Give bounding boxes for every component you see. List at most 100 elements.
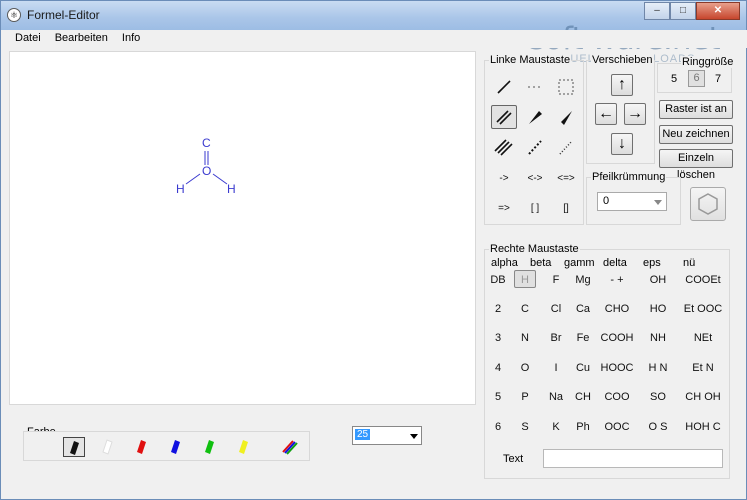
reverse-wedge-icon <box>561 111 572 125</box>
arrow-curve-select[interactable]: 0 <box>597 192 667 211</box>
pen-green[interactable] <box>199 437 221 457</box>
header-delta[interactable]: delta <box>603 257 627 269</box>
pen-black[interactable] <box>63 437 85 457</box>
selection-rectangle-icon <box>558 79 574 95</box>
left-mouse-label: Linke Maustaste <box>489 54 572 66</box>
window-title: Formel-Editor <box>27 8 100 22</box>
tool-triple-bond[interactable] <box>491 135 517 159</box>
pen-white[interactable] <box>97 437 119 457</box>
cell-hohc[interactable]: HOH C <box>681 418 725 436</box>
atom-o: O <box>202 164 211 178</box>
tool-select-rect[interactable] <box>553 75 579 99</box>
menu-bar: Datei Bearbeiten Info <box>2 30 747 48</box>
header-beta[interactable]: beta <box>530 257 551 269</box>
tool-bracket-open[interactable]: [ ] <box>522 197 548 221</box>
cell-cu[interactable]: Cu <box>565 359 601 377</box>
chevron-down-icon <box>654 200 662 205</box>
wedge-bond-icon <box>529 111 542 124</box>
cell-ooc[interactable]: OOC <box>599 418 635 436</box>
cell-mg[interactable]: Mg <box>565 271 601 289</box>
zoom-select[interactable]: 25 <box>352 426 422 445</box>
tool-dotted-line[interactable] <box>522 75 548 99</box>
bond-o-h-left <box>185 173 201 185</box>
pen-icon <box>70 441 79 455</box>
pen-blue[interactable] <box>165 437 187 457</box>
ring-option-6[interactable]: 6 <box>688 70 705 87</box>
move-up-button[interactable]: ↑ <box>611 74 633 96</box>
cell-choh[interactable]: CH OH <box>681 388 725 406</box>
cell-os[interactable]: O S <box>640 418 676 436</box>
move-left-button[interactable]: ← <box>595 103 617 125</box>
ring-insert-button[interactable] <box>690 187 726 221</box>
cell-etooc[interactable]: Et OOC <box>681 300 725 318</box>
cell-ca[interactable]: Ca <box>565 300 601 318</box>
cell-charge[interactable]: - + <box>599 271 635 289</box>
pen-icon <box>171 440 180 454</box>
cell-etn[interactable]: Et N <box>681 359 725 377</box>
cell-coo[interactable]: COO <box>599 388 635 406</box>
ring-option-7[interactable]: 7 <box>715 73 721 85</box>
tool-arrow-both[interactable]: <-> <box>522 167 548 191</box>
atom-h-left: H <box>176 182 185 196</box>
tool-wedge-bond[interactable] <box>522 105 548 129</box>
pen-icon <box>137 440 146 454</box>
menu-datei[interactable]: Datei <box>8 30 48 48</box>
molecule-drawing: C O H H <box>176 136 236 196</box>
triple-bond-icon <box>494 139 513 156</box>
cell-ph[interactable]: Ph <box>565 418 601 436</box>
cell-hooc[interactable]: HOOC <box>599 359 635 377</box>
multicolor-pen-icon <box>282 440 298 455</box>
cell-ho[interactable]: HO <box>640 300 676 318</box>
menu-bearbeiten[interactable]: Bearbeiten <box>48 30 115 48</box>
header-gamma[interactable]: gamm <box>564 257 595 269</box>
header-eps[interactable]: eps <box>643 257 661 269</box>
header-alpha[interactable]: alpha <box>491 257 518 269</box>
pen-red[interactable] <box>131 437 153 457</box>
cell-db[interactable]: DB <box>480 271 516 289</box>
cell-ch[interactable]: CH <box>565 388 601 406</box>
close-button[interactable]: ✕ <box>696 2 740 20</box>
cell-hn[interactable]: H N <box>640 359 676 377</box>
move-right-button[interactable]: → <box>624 103 646 125</box>
tool-hashed-wedge-reverse[interactable] <box>553 135 579 159</box>
formel-editor-window: ⚛ Formel-Editor – □ ✕ soft·ware.net AKTU… <box>0 0 747 500</box>
atom-h-right: H <box>227 182 236 196</box>
drawing-canvas[interactable]: C O H H <box>9 51 476 405</box>
pen-multicolor[interactable] <box>279 437 301 457</box>
grid-toggle-button[interactable]: Raster ist an <box>659 100 733 119</box>
cell-so[interactable]: SO <box>640 388 676 406</box>
pen-yellow[interactable] <box>233 437 255 457</box>
cell-net[interactable]: NEt <box>681 329 725 347</box>
tool-arrow-double[interactable]: => <box>491 197 517 221</box>
cell-h[interactable]: H <box>514 270 536 288</box>
header-nu[interactable]: nü <box>683 257 695 269</box>
cell-cooet[interactable]: COOEt <box>681 271 725 289</box>
tool-hashed-wedge[interactable] <box>522 135 548 159</box>
tool-arrow-right[interactable]: -> <box>491 167 517 191</box>
cell-oh[interactable]: OH <box>640 271 676 289</box>
text-input[interactable] <box>543 449 723 468</box>
single-bond-icon <box>497 80 511 94</box>
cell-fe[interactable]: Fe <box>565 329 601 347</box>
ring-size-label: Ringgröße <box>681 56 735 68</box>
redraw-button[interactable]: Neu zeichnen <box>659 125 733 144</box>
move-down-button[interactable]: ↓ <box>611 133 633 155</box>
cell-nh[interactable]: NH <box>640 329 676 347</box>
delete-single-button[interactable]: Einzeln löschen <box>659 149 733 181</box>
cell-cooh[interactable]: COOH <box>599 329 635 347</box>
tool-arrow-equilibrium[interactable]: <=> <box>553 167 579 191</box>
tool-single-bond[interactable] <box>491 75 517 99</box>
maximize-button[interactable]: □ <box>670 2 696 20</box>
pen-icon <box>205 440 214 454</box>
arrow-curve-value: 0 <box>603 195 610 207</box>
app-icon: ⚛ <box>7 8 21 22</box>
tool-wedge-bond-reverse[interactable] <box>553 105 579 129</box>
hexagon-icon <box>698 193 718 215</box>
cell-cho[interactable]: CHO <box>599 300 635 318</box>
menu-info[interactable]: Info <box>115 30 147 48</box>
minimize-button[interactable]: – <box>644 2 670 20</box>
double-bond-icon <box>496 110 512 125</box>
ring-option-5[interactable]: 5 <box>671 73 677 85</box>
tool-bracket-closed[interactable]: [] <box>553 197 579 221</box>
tool-double-bond[interactable] <box>491 105 517 129</box>
